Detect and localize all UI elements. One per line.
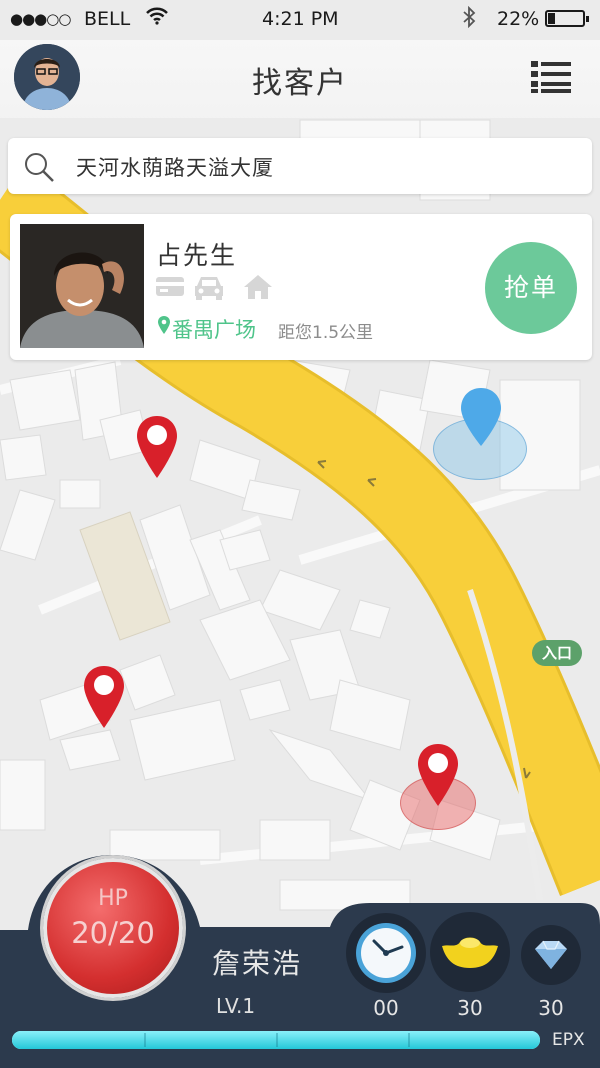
- my-location-icon: [461, 388, 501, 446]
- gold-ingot-icon: [442, 937, 498, 968]
- page-title: 找客户: [252, 66, 348, 101]
- customer-photo: [20, 224, 144, 348]
- signal-strength: ●●●○○: [10, 10, 71, 28]
- diamond-stat[interactable]: [521, 925, 581, 985]
- hp-value: 20/20: [71, 916, 155, 950]
- customer-name: 占先生: [156, 241, 238, 270]
- search-value: 天河水荫路天溢大厦: [76, 156, 274, 180]
- clock-time: 4:21 PM: [262, 8, 339, 30]
- search-input[interactable]: 天河水荫路天溢大厦: [8, 138, 592, 194]
- customer-pin-icon[interactable]: [82, 664, 126, 730]
- customer-pin-icon[interactable]: [135, 414, 179, 480]
- player-name: 詹荣浩: [212, 947, 303, 980]
- credit-card-icon: [155, 274, 185, 302]
- carrier-name: BELL: [84, 8, 131, 30]
- search-icon: [25, 153, 54, 182]
- diamond-value: 30: [538, 996, 564, 1020]
- status-bar: ●●●○○ BELL 4:21 PM 22%: [0, 0, 600, 40]
- location-pin-icon: [158, 316, 170, 334]
- customer-distance: 距您1.5公里: [278, 323, 374, 343]
- player-level: LV.1: [216, 994, 256, 1018]
- list-menu-icon[interactable]: [531, 60, 571, 94]
- xp-segment-divider: [408, 1033, 410, 1047]
- customer-location: 番禺广场: [172, 318, 256, 342]
- car-icon: [193, 274, 225, 304]
- xp-label: EPX: [552, 1030, 585, 1050]
- wifi-icon: [146, 7, 168, 25]
- bluetooth-icon: [463, 6, 476, 28]
- top-header: 找客户: [0, 40, 600, 118]
- app-screen: 入口 ●●●○○ BELL 4:21 PM 22% 找客户 天河水荫路天溢大厦 …: [0, 0, 600, 1068]
- clock-value: 00: [373, 996, 399, 1020]
- entrance-label: 入口: [532, 640, 582, 666]
- grab-order-button[interactable]: 抢单: [485, 242, 577, 334]
- battery-percent: 22%: [497, 8, 540, 30]
- gold-stat[interactable]: [430, 912, 510, 992]
- xp-bar: [12, 1031, 540, 1049]
- customer-pin-icon[interactable]: [416, 742, 460, 808]
- house-icon: [243, 274, 273, 304]
- diamond-icon: [535, 940, 567, 969]
- clock-icon: [356, 923, 416, 983]
- battery-icon: [545, 10, 589, 27]
- clock-stat[interactable]: [346, 913, 426, 993]
- xp-segment-divider: [276, 1033, 278, 1047]
- xp-segment-divider: [144, 1033, 146, 1047]
- gold-value: 30: [457, 996, 483, 1020]
- hp-label: HP: [98, 886, 128, 911]
- customer-card[interactable]: 占先生 番禺广场 距您1.5公里 抢单: [10, 214, 592, 360]
